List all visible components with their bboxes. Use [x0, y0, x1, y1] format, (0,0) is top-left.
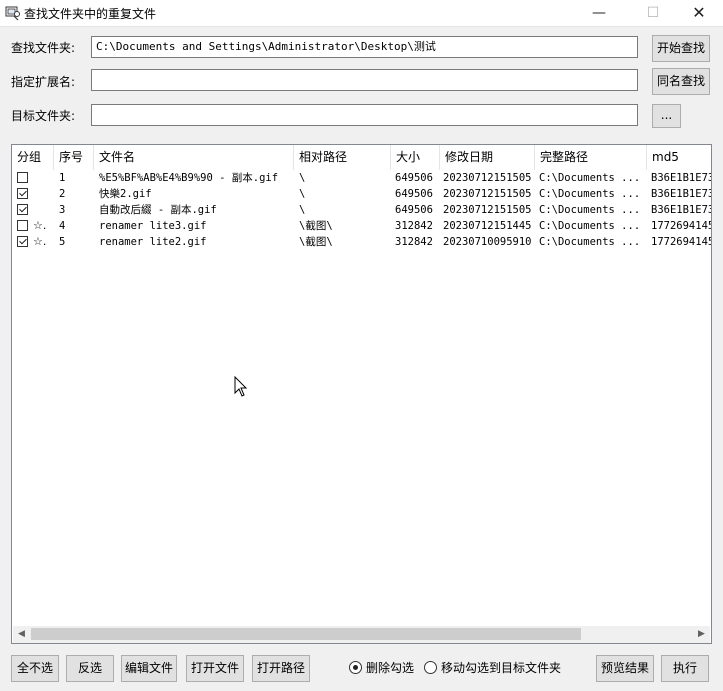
cell-modified-date: 20230712151505: [443, 188, 532, 200]
cell-filename: 快樂2.gif: [99, 188, 152, 200]
cell-md5: 1772694145: [651, 220, 711, 232]
window-title: 查找文件夹中的重复文件: [24, 7, 157, 21]
cell-modified-date: 20230710095910: [443, 236, 532, 248]
cell-index: 5: [59, 236, 66, 248]
cell-md5: B36E1B1E73: [651, 188, 711, 200]
header-size[interactable]: 大小: [391, 145, 440, 170]
execute-button[interactable]: 执行: [661, 655, 709, 682]
target-folder-label: 目标文件夹:: [11, 109, 76, 123]
maximize-button[interactable]: ☐: [630, 0, 676, 26]
table-row[interactable]: 1 %E5%BF%AB%E4%B9%90 - 副本.gif \ 649506 2…: [12, 170, 711, 186]
cell-filename: renamer lite2.gif: [99, 236, 207, 248]
browse-button[interactable]: ...: [652, 104, 681, 128]
cell-relative-path: \截图\: [299, 236, 333, 248]
table-row[interactable]: ☆. 5 renamer lite2.gif \截图\ 312842 20230…: [12, 234, 711, 250]
cell-md5: 1772694145: [651, 236, 711, 248]
cell-size: 312842: [395, 220, 433, 232]
cell-size: 649506: [395, 204, 433, 216]
header-md5[interactable]: md5: [647, 145, 711, 170]
table-row[interactable]: 3 自動改后綴 - 副本.gif \ 649506 20230712151505…: [12, 202, 711, 218]
cell-index: 1: [59, 172, 66, 184]
cell-relative-path: \: [299, 204, 306, 216]
header-filename[interactable]: 文件名: [94, 145, 294, 170]
cell-index: 4: [59, 220, 66, 232]
horizontal-scrollbar[interactable]: ◀ ▶: [13, 626, 710, 643]
cell-full-path: C:\Documents ...: [539, 204, 641, 216]
close-button[interactable]: ✕: [676, 0, 722, 26]
radio-move-icon[interactable]: [424, 661, 437, 674]
results-list[interactable]: 分组 序号 文件名 相对路径 大小 修改日期 完整路径 md5 1 %E5%BF…: [11, 144, 712, 644]
invert-selection-button[interactable]: 反选: [66, 655, 114, 682]
select-none-button[interactable]: 全不选: [11, 655, 59, 682]
cell-size: 312842: [395, 236, 433, 248]
cell-filename: 自動改后綴 - 副本.gif: [99, 204, 217, 216]
header-modified-date[interactable]: 修改日期: [440, 145, 535, 170]
row-checkbox[interactable]: [17, 204, 28, 215]
row-checkbox[interactable]: [17, 188, 28, 199]
scroll-left-icon[interactable]: ◀: [13, 626, 30, 643]
scroll-right-icon[interactable]: ▶: [693, 626, 710, 643]
extension-label: 指定扩展名:: [11, 75, 76, 89]
header-relative-path[interactable]: 相对路径: [294, 145, 391, 170]
search-folder-label: 查找文件夹:: [11, 41, 76, 55]
header-index[interactable]: 序号: [54, 145, 94, 170]
search-folder-input[interactable]: C:\Documents and Settings\Administrator\…: [91, 36, 638, 58]
cell-full-path: C:\Documents ...: [539, 172, 641, 184]
app-icon: [5, 6, 20, 21]
cell-size: 649506: [395, 172, 433, 184]
header-full-path[interactable]: 完整路径: [535, 145, 647, 170]
row-checkbox[interactable]: [17, 236, 28, 247]
group-marker: ☆.: [33, 219, 47, 232]
radio-move-label: 移动勾选到目标文件夹: [441, 661, 562, 675]
row-checkbox[interactable]: [17, 172, 28, 183]
cell-modified-date: 20230712151445: [443, 220, 532, 232]
header-group[interactable]: 分组: [12, 145, 54, 170]
cell-full-path: C:\Documents ...: [539, 188, 641, 200]
cell-relative-path: \: [299, 188, 306, 200]
radio-delete-icon[interactable]: [349, 661, 362, 674]
cell-full-path: C:\Documents ...: [539, 220, 641, 232]
cell-index: 2: [59, 188, 66, 200]
edit-file-button[interactable]: 编辑文件: [121, 655, 177, 682]
extension-input[interactable]: [91, 69, 638, 91]
same-name-search-button[interactable]: 同名查找: [652, 68, 710, 95]
cell-relative-path: \截图\: [299, 220, 333, 232]
cell-filename: %E5%BF%AB%E4%B9%90 - 副本.gif: [99, 172, 279, 184]
open-path-button[interactable]: 打开路径: [252, 655, 310, 682]
list-header: 分组 序号 文件名 相对路径 大小 修改日期 完整路径 md5: [12, 145, 711, 170]
group-marker: ☆.: [33, 235, 47, 248]
radio-delete-label: 删除勾选: [366, 661, 415, 675]
cell-relative-path: \: [299, 172, 306, 184]
table-row[interactable]: 2 快樂2.gif \ 649506 20230712151505 C:\Doc…: [12, 186, 711, 202]
open-file-button[interactable]: 打开文件: [186, 655, 244, 682]
cell-md5: B36E1B1E73: [651, 172, 711, 184]
table-row[interactable]: ☆. 4 renamer lite3.gif \截图\ 312842 20230…: [12, 218, 711, 234]
title-bar: 查找文件夹中的重复文件 — ☐ ✕: [0, 0, 723, 27]
cell-filename: renamer lite3.gif: [99, 220, 207, 232]
target-folder-input[interactable]: [91, 104, 638, 126]
cell-full-path: C:\Documents ...: [539, 236, 641, 248]
minimize-button[interactable]: —: [576, 0, 622, 26]
cell-size: 649506: [395, 188, 433, 200]
row-checkbox[interactable]: [17, 220, 28, 231]
preview-results-button[interactable]: 预览结果: [596, 655, 654, 682]
cell-modified-date: 20230712151505: [443, 172, 532, 184]
scroll-thumb[interactable]: [31, 628, 581, 640]
mouse-cursor-icon: [234, 376, 248, 397]
cell-md5: B36E1B1E73: [651, 204, 711, 216]
cell-index: 3: [59, 204, 66, 216]
start-search-button[interactable]: 开始查找: [652, 35, 710, 62]
cell-modified-date: 20230712151505: [443, 204, 532, 216]
